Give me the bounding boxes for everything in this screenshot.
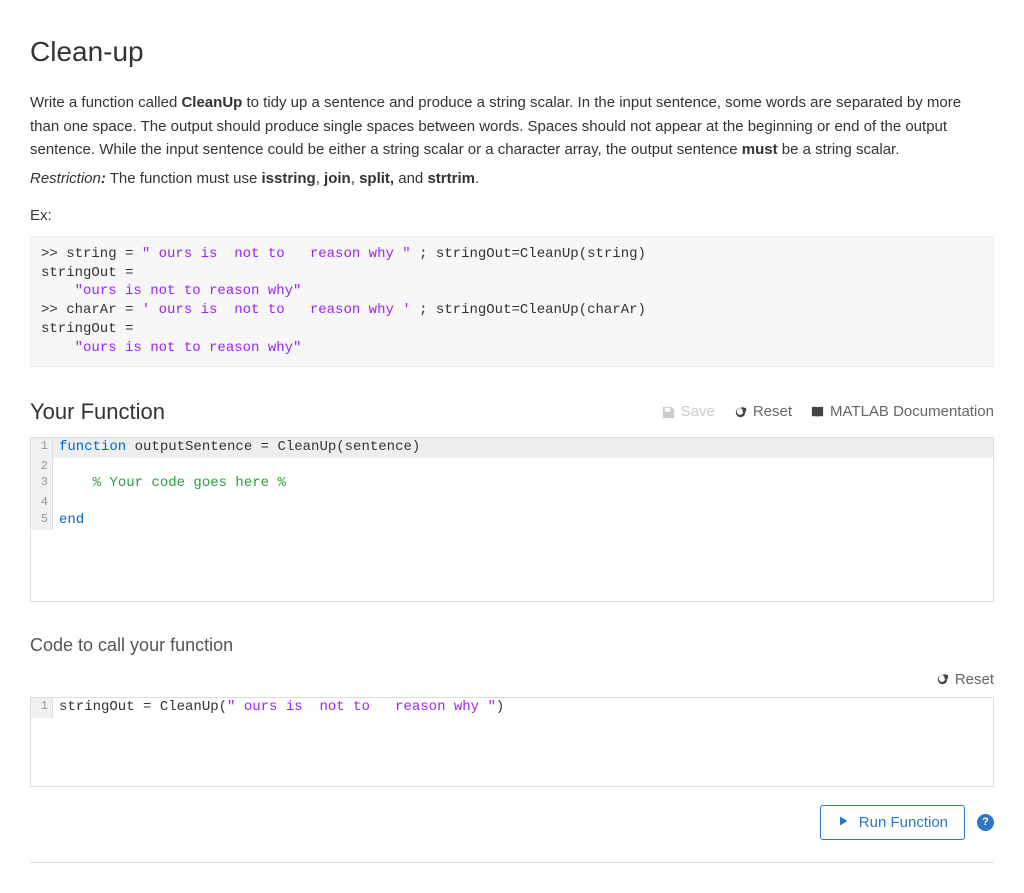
line-number: 1	[31, 438, 53, 458]
reset-call-label: Reset	[955, 668, 994, 691]
line-number: 1	[31, 698, 53, 718]
function-editor[interactable]: 1function outputSentence = CleanUp(sente…	[30, 437, 994, 602]
play-icon	[837, 815, 852, 830]
divider	[30, 862, 994, 863]
run-function-button[interactable]: Run Function	[820, 805, 965, 840]
page-title: Clean-up	[30, 30, 994, 73]
doc-label: MATLAB Documentation	[830, 400, 994, 423]
restriction-label: Restriction	[30, 170, 101, 187]
intro-block: Write a function called CleanUp to tidy …	[30, 91, 994, 190]
reset-icon	[935, 672, 950, 687]
run-function-label: Run Function	[859, 814, 948, 831]
code-line[interactable]: stringOut = CleanUp(" ours is not to rea…	[53, 698, 993, 718]
save-label: Save	[681, 400, 715, 423]
code-line[interactable]	[53, 458, 993, 475]
code-line[interactable]: % Your code goes here %	[53, 474, 993, 494]
your-function-title: Your Function	[30, 395, 165, 429]
reset-icon	[733, 405, 748, 420]
line-number: 2	[31, 458, 53, 475]
example-label: Ex:	[30, 204, 994, 227]
reset-label: Reset	[753, 400, 792, 423]
line-number: 5	[31, 511, 53, 531]
call-editor[interactable]: 1stringOut = CleanUp(" ours is not to re…	[30, 697, 994, 787]
code-line[interactable]: end	[53, 511, 993, 531]
save-button[interactable]: Save	[661, 400, 715, 423]
editor-toolbar: Save Reset MATLAB Documentation	[661, 400, 994, 423]
reset-button[interactable]: Reset	[733, 400, 792, 423]
reset-call-button[interactable]: Reset	[935, 668, 994, 691]
code-line[interactable]: function outputSentence = CleanUp(senten…	[53, 438, 993, 458]
restriction-text: Restriction: The function must use isstr…	[30, 167, 994, 190]
doc-link[interactable]: MATLAB Documentation	[810, 400, 994, 423]
your-function-header: Your Function Save Reset MATLAB Document…	[30, 395, 994, 429]
save-icon	[661, 405, 676, 420]
line-number: 4	[31, 494, 53, 511]
intro-text: Write a function called CleanUp to tidy …	[30, 91, 994, 161]
code-line[interactable]	[53, 494, 993, 511]
line-number: 3	[31, 474, 53, 494]
help-button[interactable]: ?	[977, 814, 994, 831]
example-code-block: >> string = " ours is not to reason why …	[30, 236, 994, 367]
book-icon	[810, 405, 825, 420]
call-function-title: Code to call your function	[30, 632, 233, 660]
